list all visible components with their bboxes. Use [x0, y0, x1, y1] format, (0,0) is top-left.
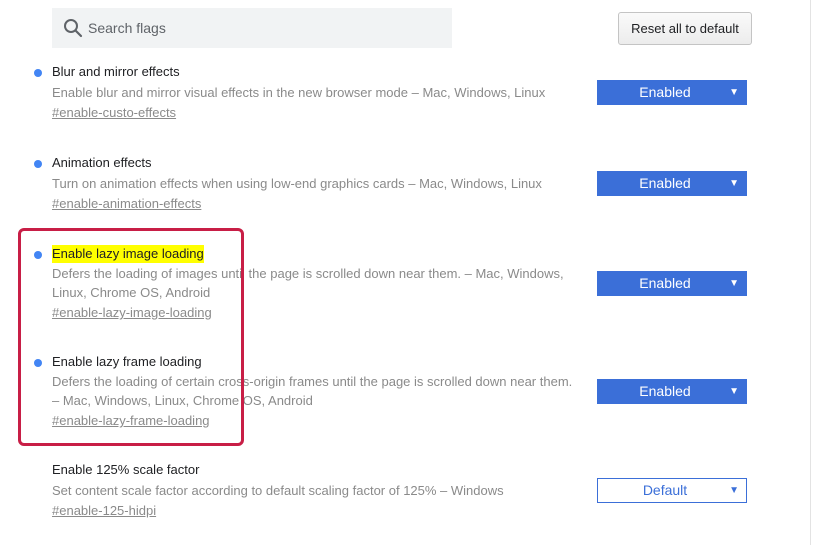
flag-title: Enable lazy image loading [52, 245, 204, 263]
modified-dot-icon [34, 160, 42, 168]
dropdown-arrow-icon: ▼ [729, 178, 739, 189]
flag-description: Defers the loading of images until the p… [52, 266, 564, 300]
flag-row-125-scale-factor: Enable 125% scale factor Set content sca… [0, 459, 810, 529]
flag-select-value: Enabled [639, 175, 691, 191]
flag-description: Set content scale factor according to de… [52, 483, 504, 498]
flag-title: Animation effects [52, 155, 152, 170]
flag-select-value: Enabled [639, 275, 691, 291]
search-input[interactable] [88, 8, 438, 48]
flag-row-lazy-frame-loading: Enable lazy frame loading Defers the loa… [0, 351, 810, 441]
flag-select-value: Enabled [639, 383, 691, 399]
flag-link[interactable]: #enable-custo-effects [52, 104, 176, 122]
flag-description: Turn on animation effects when using low… [52, 176, 542, 191]
scrollbar-divider [810, 0, 811, 545]
flag-link[interactable]: #enable-lazy-image-loading [52, 304, 212, 322]
flag-select-dropdown[interactable]: Enabled ▼ [597, 271, 747, 296]
flag-select-value: Enabled [639, 84, 691, 100]
dropdown-arrow-icon: ▼ [729, 278, 739, 289]
flag-link[interactable]: #enable-125-hidpi [52, 502, 156, 520]
reset-all-button[interactable]: Reset all to default [618, 12, 752, 45]
flag-link[interactable]: #enable-lazy-frame-loading [52, 412, 210, 430]
modified-dot-icon [34, 69, 42, 77]
flag-description: Enable blur and mirror visual effects in… [52, 85, 546, 100]
flag-title: Blur and mirror effects [52, 64, 180, 79]
search-box[interactable] [52, 8, 452, 48]
flag-select-dropdown[interactable]: Default ▼ [597, 478, 747, 503]
flag-link[interactable]: #enable-animation-effects [52, 195, 201, 213]
flags-header: Reset all to default [0, 0, 810, 62]
dropdown-arrow-icon: ▼ [729, 87, 739, 98]
flag-title: Enable lazy frame loading [52, 354, 202, 369]
flag-row-animation-effects: Animation effects Turn on animation effe… [0, 151, 810, 221]
flag-title: Enable 125% scale factor [52, 462, 200, 477]
flag-description: Defers the loading of certain cross-orig… [52, 374, 573, 408]
flag-select-value: Default [642, 482, 688, 498]
modified-dot-icon [34, 251, 42, 259]
dropdown-arrow-icon: ▼ [729, 485, 739, 496]
modified-dot-icon [34, 359, 42, 367]
flag-select-dropdown[interactable]: Enabled ▼ [597, 379, 747, 404]
flag-row-blur-mirror: Blur and mirror effects Enable blur and … [0, 60, 810, 130]
search-icon [64, 19, 83, 38]
flag-select-dropdown[interactable]: Enabled ▼ [597, 80, 747, 105]
flag-select-dropdown[interactable]: Enabled ▼ [597, 171, 747, 196]
flag-row-lazy-image-loading: Enable lazy image loading Defers the loa… [0, 242, 810, 332]
dropdown-arrow-icon: ▼ [729, 386, 739, 397]
